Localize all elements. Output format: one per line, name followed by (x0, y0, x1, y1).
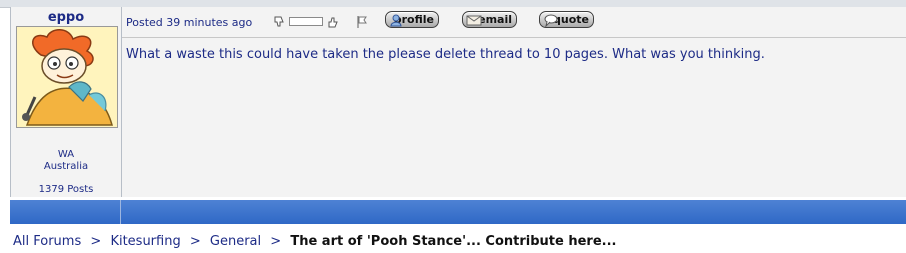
thumbs-down-icon[interactable] (272, 15, 286, 29)
breadcrumb-current-thread: The art of 'Pooh Stance'... Contribute h… (290, 234, 617, 249)
post-content-panel: Posted 39 minutes ago profile email quot… (122, 7, 906, 197)
breadcrumb-separator: > (270, 234, 282, 249)
post-timestamp: Posted 39 minutes ago (126, 16, 253, 29)
breadcrumb-separator: > (90, 234, 102, 249)
breadcrumb-kitesurfing[interactable]: Kitesurfing (110, 234, 180, 249)
post-footer-bar (10, 200, 906, 224)
post-toolbar: Posted 39 minutes ago profile email quot… (122, 7, 906, 38)
quote-icon (544, 14, 558, 27)
footer-divider (120, 200, 121, 224)
author-post-count: 1379 Posts (38, 184, 94, 195)
profile-icon (390, 14, 402, 27)
author-username[interactable]: eppo (11, 10, 121, 25)
thumbs-up-icon[interactable] (326, 15, 340, 29)
author-location-state: WA (57, 149, 75, 160)
breadcrumb-all-forums[interactable]: All Forums (13, 234, 81, 249)
quote-button[interactable]: quote (539, 11, 594, 28)
report-flag-icon[interactable] (355, 15, 369, 29)
email-button[interactable]: email (462, 11, 517, 28)
forum-post: eppo WA Australia 1379 Posts Posted 39 m… (10, 7, 906, 225)
author-avatar (16, 26, 118, 128)
rating-bar (289, 17, 323, 26)
breadcrumb-separator: > (189, 234, 201, 249)
author-panel: eppo WA Australia 1379 Posts (10, 7, 122, 197)
profile-button[interactable]: profile (385, 11, 439, 28)
author-location-country: Australia (43, 161, 89, 172)
email-icon (466, 15, 482, 26)
breadcrumb: All Forums > Kitesurfing > General > The… (13, 234, 616, 249)
breadcrumb-general[interactable]: General (210, 234, 261, 249)
post-message: What a waste this could have taken the p… (126, 47, 765, 62)
email-button-label: email (478, 13, 512, 26)
